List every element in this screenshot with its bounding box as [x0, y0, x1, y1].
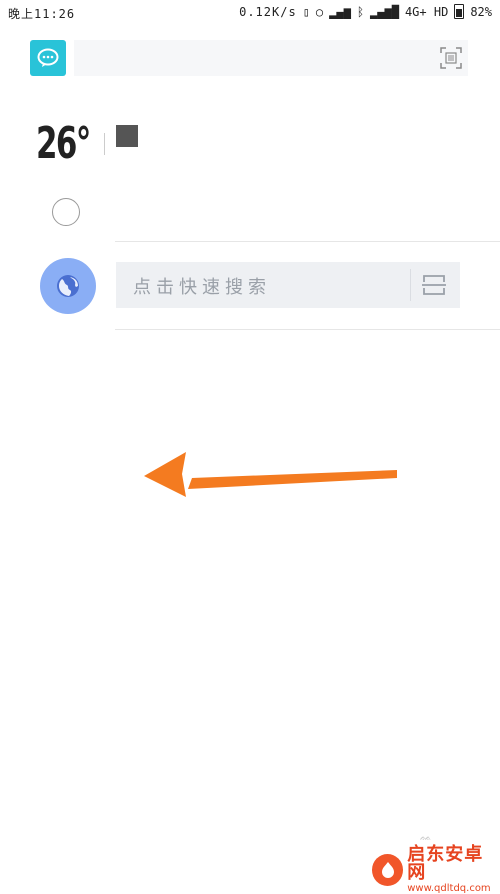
signal-icon: ▂▄▆	[329, 4, 351, 19]
search-placeholder: 点击快速搜索	[133, 277, 271, 298]
watermark-logo-icon	[372, 853, 404, 886]
top-search-area[interactable]	[74, 40, 468, 76]
battery-icon	[454, 4, 465, 19]
browser-button[interactable]	[40, 258, 96, 314]
divider	[115, 329, 500, 330]
scan-code-icon[interactable]	[422, 274, 446, 296]
faint-mark: ᨐ	[420, 832, 432, 843]
signal-icon-2: ▂▄▆█	[370, 4, 399, 19]
status-bar: 晚上11:26 0.12K/s ▯ ○ ▂▄▆ ᛒ ▂▄▆█ 4G+ HD 82…	[0, 0, 500, 26]
temperature: 26°	[36, 118, 91, 169]
watermark: 启东安卓网 www.qdltdq.com	[372, 845, 500, 893]
network-type: 4G+ HD	[404, 4, 449, 19]
battery-level: 82%	[470, 4, 492, 19]
quick-search-box[interactable]: 点击快速搜索	[116, 262, 460, 308]
status-time: 晚上11:26	[8, 7, 76, 21]
watermark-title: 启东安卓网	[407, 843, 484, 883]
status-icons: 0.12K/s ▯ ○ ▂▄▆ ᛒ ▂▄▆█ 4G+ HD 82%	[239, 4, 492, 19]
ring-icon[interactable]	[52, 198, 80, 226]
bluetooth-icon: ᛒ	[356, 4, 365, 19]
chat-button[interactable]	[30, 40, 66, 76]
watermark-text: 启东安卓网 www.qdltdq.com	[407, 843, 500, 894]
globe-icon	[57, 275, 79, 297]
top-bar	[30, 40, 468, 78]
search-separator	[410, 269, 411, 301]
alarm-icon: ○	[315, 4, 324, 19]
network-speed: 0.12K/s	[239, 4, 297, 19]
weather-icon	[116, 125, 138, 147]
scan-icon[interactable]	[440, 47, 462, 69]
weather-divider	[104, 133, 109, 155]
left-arrow-annotation	[144, 452, 397, 497]
chat-bubble-icon	[37, 48, 59, 67]
phone-icon: ▯	[302, 4, 310, 19]
divider	[115, 241, 500, 242]
